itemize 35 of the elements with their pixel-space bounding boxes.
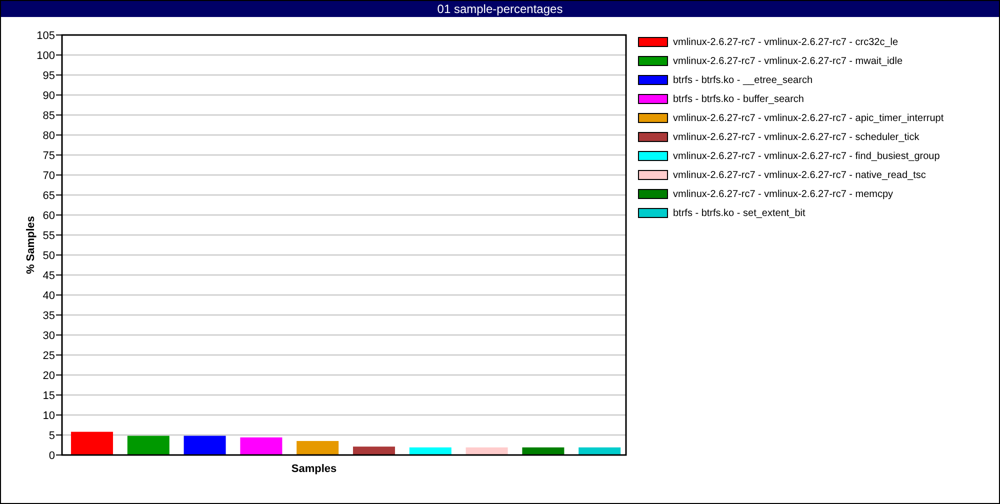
x-axis-label: Samples xyxy=(291,463,337,475)
y-tick-label: 90 xyxy=(42,90,55,102)
y-tick-label: 70 xyxy=(42,170,55,182)
legend-label: btrfs - btrfs.ko - __etree_search xyxy=(673,74,813,86)
y-tick-label: 30 xyxy=(42,330,55,342)
y-tick-label: 5 xyxy=(48,430,55,442)
legend-label: vmlinux-2.6.27-rc7 - vmlinux-2.6.27-rc7 - native_read_tsc xyxy=(673,170,926,180)
legend-label: vmlinux-2.6.27-rc7 - vmlinux-2.6.27-rc7 - memcpy xyxy=(673,188,894,200)
legend-label: btrfs - btrfs.ko - buffer_search xyxy=(673,94,804,104)
y-tick-label: 20 xyxy=(42,370,55,382)
y-tick-label: 25 xyxy=(42,350,55,362)
window-title: 01 sample-percentages xyxy=(437,2,563,16)
legend-label: vmlinux-2.6.27-rc7 - vmlinux-2.6.27-rc7 - apic_timer_interrupt xyxy=(673,112,944,124)
y-tick-label: 60 xyxy=(42,210,55,222)
legend-label: btrfs - btrfs.ko - set_extent_bit xyxy=(673,208,806,218)
y-tick-label: 55 xyxy=(42,230,55,242)
y-axis-label: % Samples xyxy=(25,216,37,274)
legend-label: vmlinux-2.6.27-rc7 - vmlinux-2.6.27-rc7 - scheduler_tick xyxy=(673,132,920,142)
legend-label: vmlinux-2.6.27-rc7 - vmlinux-2.6.27-rc7 - crc32c_le xyxy=(673,36,898,48)
y-tick-label: 15 xyxy=(42,390,55,402)
y-tick-label: 35 xyxy=(42,310,55,322)
y-tick-label: 85 xyxy=(42,110,55,122)
y-tick-label: 50 xyxy=(42,250,55,262)
y-tick-label: 0 xyxy=(48,450,55,462)
y-tick-label: 65 xyxy=(42,190,55,202)
y-tick-label: 10 xyxy=(42,410,55,422)
y-tick-label: 100 xyxy=(36,50,55,62)
y-tick-label: 95 xyxy=(42,70,55,82)
legend-label: vmlinux-2.6.27-rc7 - vmlinux-2.6.27-rc7 - mwait_idle xyxy=(673,56,903,66)
y-tick-label: 45 xyxy=(42,270,55,282)
legend-label: vmlinux-2.6.27-rc7 - vmlinux-2.6.27-rc7 - find_busiest_group xyxy=(673,150,940,162)
y-tick-label: 105 xyxy=(36,30,55,42)
y-tick-label: 80 xyxy=(42,130,55,142)
y-tick-label: 75 xyxy=(42,150,55,162)
y-tick-label: 40 xyxy=(42,290,55,302)
